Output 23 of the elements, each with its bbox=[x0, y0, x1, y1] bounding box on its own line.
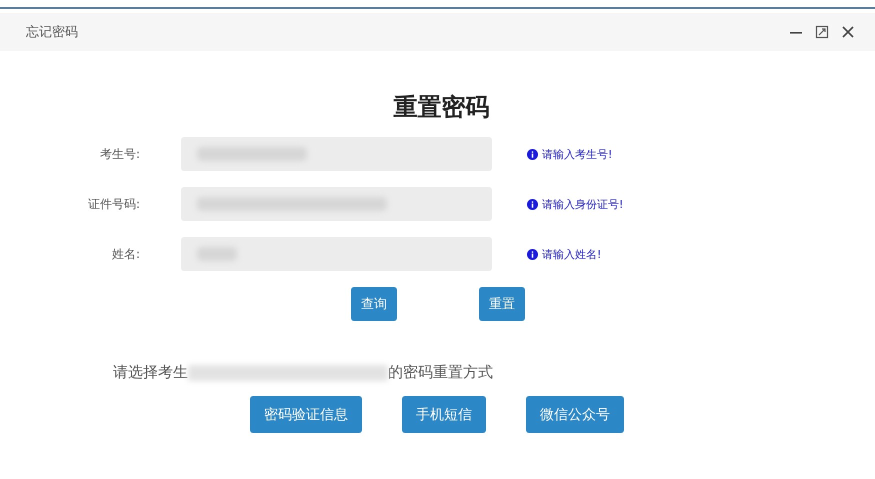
field-label: 证件号码: bbox=[86, 196, 140, 212]
info-icon bbox=[527, 198, 538, 210]
hint-text: 请输入姓名! bbox=[542, 246, 602, 262]
hint-text: 请输入考生号! bbox=[542, 146, 612, 162]
prompt-text: 请选择考生 bbox=[113, 363, 188, 382]
close-icon[interactable] bbox=[841, 25, 855, 39]
hint-text: 请输入身份证号! bbox=[542, 196, 624, 212]
reset-method-button[interactable]: 手机短信 bbox=[402, 396, 486, 433]
info-icon bbox=[527, 148, 538, 160]
page-heading: 重置密码 bbox=[392, 92, 490, 123]
reset-method-button[interactable]: 密码验证信息 bbox=[250, 396, 362, 433]
prompt-text: 的密码重置方式 bbox=[388, 363, 493, 382]
input-field[interactable] bbox=[181, 187, 492, 221]
input-field[interactable] bbox=[181, 137, 492, 171]
info-icon bbox=[527, 248, 538, 260]
field-label: 考生号: bbox=[98, 146, 140, 162]
input-field[interactable] bbox=[181, 237, 492, 271]
form-button[interactable]: 重置 bbox=[479, 287, 525, 321]
form-button[interactable]: 查询 bbox=[351, 287, 397, 321]
window-title: 忘记密码 bbox=[26, 24, 78, 41]
field-label: 姓名: bbox=[110, 246, 140, 262]
maximize-icon[interactable] bbox=[815, 25, 829, 39]
reset-method-button[interactable]: 微信公众号 bbox=[526, 396, 624, 433]
